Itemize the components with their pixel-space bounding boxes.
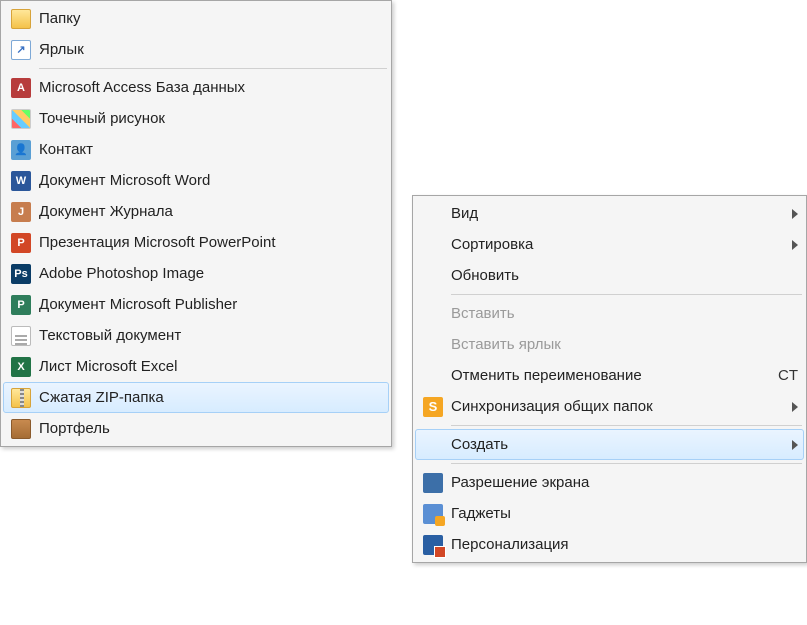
menuitem-label: Лист Microsoft Excel bbox=[39, 358, 383, 375]
menuitem-paste: Вставить bbox=[415, 298, 804, 329]
separator bbox=[39, 68, 387, 69]
menuitem-sort[interactable]: Сортировка bbox=[415, 229, 804, 260]
menuitem-powerpoint[interactable]: P Презентация Microsoft PowerPoint bbox=[3, 227, 389, 258]
menuitem-refresh[interactable]: Обновить bbox=[415, 260, 804, 291]
powerpoint-icon: P bbox=[3, 233, 39, 253]
menuitem-label: Документ Microsoft Publisher bbox=[39, 296, 383, 313]
menuitem-label: Гаджеты bbox=[451, 505, 798, 522]
display-icon bbox=[415, 473, 451, 493]
menuitem-contact[interactable]: 👤 Контакт bbox=[3, 134, 389, 165]
chevron-right-icon bbox=[792, 440, 798, 450]
menuitem-journal[interactable]: J Документ Журнала bbox=[3, 196, 389, 227]
photoshop-icon: Ps bbox=[3, 264, 39, 284]
menuitem-label: Вставить ярлык bbox=[451, 336, 798, 353]
menuitem-label: Ярлык bbox=[39, 41, 383, 58]
menuitem-label: Документ Журнала bbox=[39, 203, 383, 220]
menuitem-access[interactable]: A Microsoft Access База данных bbox=[3, 72, 389, 103]
excel-icon: X bbox=[3, 357, 39, 377]
menuitem-label: Adobe Photoshop Image bbox=[39, 265, 383, 282]
menuitem-label: Персонализация bbox=[451, 536, 798, 553]
journal-icon: J bbox=[3, 202, 39, 222]
menuitem-word[interactable]: W Документ Microsoft Word bbox=[3, 165, 389, 196]
bitmap-icon bbox=[3, 109, 39, 129]
menuitem-new[interactable]: Создать bbox=[415, 429, 804, 460]
menuitem-label: Контакт bbox=[39, 141, 383, 158]
sync-icon: S bbox=[415, 397, 451, 417]
menuitem-excel[interactable]: X Лист Microsoft Excel bbox=[3, 351, 389, 382]
menuitem-label: Портфель bbox=[39, 420, 383, 437]
menuitem-screen-resolution[interactable]: Разрешение экрана bbox=[415, 467, 804, 498]
folder-icon bbox=[3, 9, 39, 29]
menuitem-paste-shortcut: Вставить ярлык bbox=[415, 329, 804, 360]
publisher-icon: P bbox=[3, 295, 39, 315]
contact-icon: 👤 bbox=[3, 140, 39, 160]
chevron-right-icon bbox=[792, 240, 798, 250]
menuitem-label: Документ Microsoft Word bbox=[39, 172, 383, 189]
menuitem-view[interactable]: Вид bbox=[415, 198, 804, 229]
menuitem-label: Сортировка bbox=[451, 236, 792, 253]
briefcase-icon bbox=[3, 419, 39, 439]
chevron-right-icon bbox=[792, 402, 798, 412]
menuitem-publisher[interactable]: P Документ Microsoft Publisher bbox=[3, 289, 389, 320]
menuitem-label: Точечный рисунок bbox=[39, 110, 383, 127]
gadget-icon bbox=[415, 504, 451, 524]
menuitem-folder[interactable]: Папку bbox=[3, 3, 389, 34]
menuitem-label: Создать bbox=[451, 436, 792, 453]
menuitem-undo-rename[interactable]: Отменить переименование CT bbox=[415, 360, 804, 391]
word-icon: W bbox=[3, 171, 39, 191]
separator bbox=[451, 425, 802, 426]
menuitem-bitmap[interactable]: Точечный рисунок bbox=[3, 103, 389, 134]
separator bbox=[451, 463, 802, 464]
menuitem-label: Папку bbox=[39, 10, 383, 27]
menuitem-sync-folders[interactable]: S Синхронизация общих папок bbox=[415, 391, 804, 422]
new-submenu: Папку ↗ Ярлык A Microsoft Access База да… bbox=[0, 0, 392, 447]
menuitem-personalize[interactable]: Персонализация bbox=[415, 529, 804, 560]
menuitem-shortcut[interactable]: ↗ Ярлык bbox=[3, 34, 389, 65]
menuitem-label: Текстовый документ bbox=[39, 327, 383, 344]
menuitem-label: Отменить переименование bbox=[451, 367, 758, 384]
menuitem-shortcut: CT bbox=[758, 367, 798, 384]
menuitem-zip[interactable]: Сжатая ZIP-папка bbox=[3, 382, 389, 413]
text-icon bbox=[3, 326, 39, 346]
access-icon: A bbox=[3, 78, 39, 98]
menuitem-label: Microsoft Access База данных bbox=[39, 79, 383, 96]
separator bbox=[451, 294, 802, 295]
menuitem-label: Презентация Microsoft PowerPoint bbox=[39, 234, 383, 251]
menuitem-gadgets[interactable]: Гаджеты bbox=[415, 498, 804, 529]
menuitem-photoshop[interactable]: Ps Adobe Photoshop Image bbox=[3, 258, 389, 289]
menuitem-label: Синхронизация общих папок bbox=[451, 398, 792, 415]
menuitem-label: Сжатая ZIP-папка bbox=[39, 389, 383, 406]
zip-icon bbox=[3, 388, 39, 408]
menuitem-text[interactable]: Текстовый документ bbox=[3, 320, 389, 351]
menuitem-label: Вставить bbox=[451, 305, 798, 322]
menuitem-label: Обновить bbox=[451, 267, 798, 284]
menuitem-label: Вид bbox=[451, 205, 792, 222]
shortcut-icon: ↗ bbox=[3, 40, 39, 60]
personalize-icon bbox=[415, 535, 451, 555]
chevron-right-icon bbox=[792, 209, 798, 219]
menuitem-label: Разрешение экрана bbox=[451, 474, 798, 491]
desktop-context-menu: Вид Сортировка Обновить Вставить Вставит… bbox=[412, 195, 807, 563]
menuitem-briefcase[interactable]: Портфель bbox=[3, 413, 389, 444]
